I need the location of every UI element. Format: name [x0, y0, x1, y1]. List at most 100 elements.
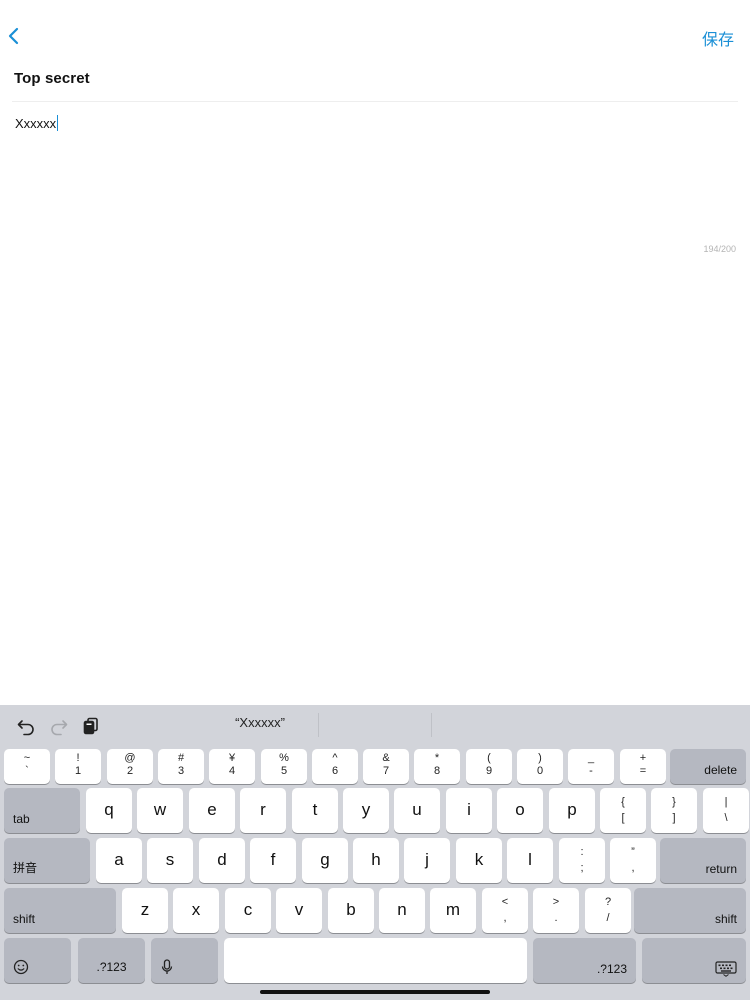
- symbol-key[interactable]: }]: [651, 788, 697, 833]
- suggestion-item[interactable]: “Xxxxxx”: [200, 715, 320, 735]
- key-u[interactable]: u: [394, 788, 440, 833]
- number-row-key-label: 7: [382, 765, 390, 777]
- number-row-key[interactable]: & 7: [363, 749, 409, 784]
- delete-key-label: delete: [704, 763, 737, 777]
- text-caret: [57, 115, 59, 131]
- key-s-label: s: [165, 849, 175, 869]
- number-row-key-label: 5: [280, 765, 288, 777]
- key-i[interactable]: i: [446, 788, 492, 833]
- number-row-key[interactable]: ) 0: [517, 749, 563, 784]
- number-row-key[interactable]: (9: [466, 749, 512, 784]
- symbol-key-label: \: [724, 812, 728, 824]
- key-z[interactable]: z: [122, 888, 168, 933]
- key-d[interactable]: d: [199, 838, 245, 883]
- key-b-label: b: [346, 899, 356, 919]
- pinyin-key-label: 拼音: [13, 861, 38, 875]
- symbol-key[interactable]: {[: [600, 788, 646, 833]
- key-q[interactable]: q: [86, 788, 132, 833]
- key-j[interactable]: j: [404, 838, 450, 883]
- symbol-key[interactable]: >.: [533, 888, 579, 933]
- key-g[interactable]: g: [302, 838, 348, 883]
- symbol-key[interactable]: ”,: [610, 838, 656, 883]
- key-m[interactable]: m: [430, 888, 476, 933]
- note-title-field[interactable]: Top secret: [14, 70, 734, 94]
- symbol-key[interactable]: ? /: [585, 888, 631, 933]
- pinyin-key[interactable]: 拼音: [4, 838, 90, 883]
- key-t-label: t: [312, 799, 318, 819]
- key-f[interactable]: f: [250, 838, 296, 883]
- return-key[interactable]: return: [660, 838, 746, 883]
- key-c-label: c: [243, 899, 253, 919]
- number-switch-key-left[interactable]: .?123: [78, 938, 145, 983]
- note-body-field[interactable]: Xxxxxx: [15, 115, 735, 235]
- number-row-key[interactable]: _ -: [568, 749, 614, 784]
- shift-key-left[interactable]: shift: [4, 888, 116, 933]
- key-p[interactable]: p: [549, 788, 595, 833]
- key-b[interactable]: b: [328, 888, 374, 933]
- keyboard: “Xxxxxx” delete tab 拼音 return shift shif…: [0, 705, 750, 1000]
- number-row-key-shift-label: %: [279, 752, 289, 764]
- space-key[interactable]: [224, 938, 527, 983]
- key-e[interactable]: e: [189, 788, 235, 833]
- key-t[interactable]: t: [292, 788, 338, 833]
- number-row-key-shift-label: @: [124, 752, 136, 764]
- key-o[interactable]: o: [497, 788, 543, 833]
- key-s[interactable]: s: [147, 838, 193, 883]
- key-x[interactable]: x: [173, 888, 219, 933]
- number-row-key[interactable]: ^ 6: [312, 749, 358, 784]
- return-key-label: return: [705, 862, 737, 876]
- key-i-label: i: [467, 799, 471, 819]
- keyboard-toolbar: “Xxxxxx”: [0, 705, 750, 745]
- key-c[interactable]: c: [225, 888, 271, 933]
- key-n[interactable]: n: [379, 888, 425, 933]
- key-l[interactable]: l: [507, 838, 553, 883]
- key-y[interactable]: y: [343, 788, 389, 833]
- number-row-key[interactable]: @2: [107, 749, 153, 784]
- symbol-key-label: [: [621, 812, 625, 824]
- number-row-key-shift-label: _: [587, 752, 595, 764]
- key-r-label: r: [260, 799, 266, 819]
- key-r[interactable]: r: [240, 788, 286, 833]
- key-p-label: p: [567, 799, 577, 819]
- emoji-key[interactable]: [4, 938, 71, 983]
- symbol-key[interactable]: | \: [703, 788, 749, 833]
- number-row-key[interactable]: % 5: [261, 749, 307, 784]
- redo-icon[interactable]: [48, 715, 70, 737]
- back-button[interactable]: [4, 22, 28, 50]
- key-a[interactable]: a: [96, 838, 142, 883]
- number-row-key-shift-label: *: [434, 752, 440, 764]
- key-v[interactable]: v: [276, 888, 322, 933]
- note-body-text: Xxxxxx: [15, 116, 57, 131]
- shift-key-right[interactable]: shift: [634, 888, 746, 933]
- number-row-key[interactable]: ! 1: [55, 749, 101, 784]
- symbol-key-shift-label: |: [724, 796, 728, 808]
- key-y-label: y: [361, 799, 371, 819]
- number-row-key-label: 6: [331, 765, 339, 777]
- key-d-label: d: [217, 849, 227, 869]
- number-switch-key-right[interactable]: .?123: [533, 938, 636, 983]
- symbol-key[interactable]: <,: [482, 888, 528, 933]
- number-row-key[interactable]: ~ `: [4, 749, 50, 784]
- paste-icon[interactable]: [80, 715, 102, 737]
- key-e-label: e: [207, 799, 217, 819]
- number-row-key[interactable]: + =: [620, 749, 666, 784]
- key-k[interactable]: k: [456, 838, 502, 883]
- symbol-key-label: /: [606, 912, 610, 924]
- tab-key[interactable]: tab: [4, 788, 80, 833]
- save-button[interactable]: 保存: [702, 26, 734, 50]
- nav-bar: 保存: [0, 0, 750, 64]
- number-row-key[interactable]: #3: [158, 749, 204, 784]
- symbol-key-label: ;: [580, 862, 584, 874]
- dictation-key[interactable]: [151, 938, 218, 983]
- number-row-key-shift-label: (: [487, 752, 491, 764]
- key-h[interactable]: h: [353, 838, 399, 883]
- delete-key[interactable]: delete: [670, 749, 746, 784]
- dismiss-keyboard-key[interactable]: [642, 938, 746, 983]
- number-row-key[interactable]: * 8: [414, 749, 460, 784]
- symbol-key-label: .: [554, 912, 558, 924]
- key-w[interactable]: w: [137, 788, 183, 833]
- number-row-key[interactable]: ¥4: [209, 749, 255, 784]
- key-n-label: n: [397, 899, 407, 919]
- symbol-key[interactable]: :;: [559, 838, 605, 883]
- undo-icon[interactable]: [15, 715, 37, 737]
